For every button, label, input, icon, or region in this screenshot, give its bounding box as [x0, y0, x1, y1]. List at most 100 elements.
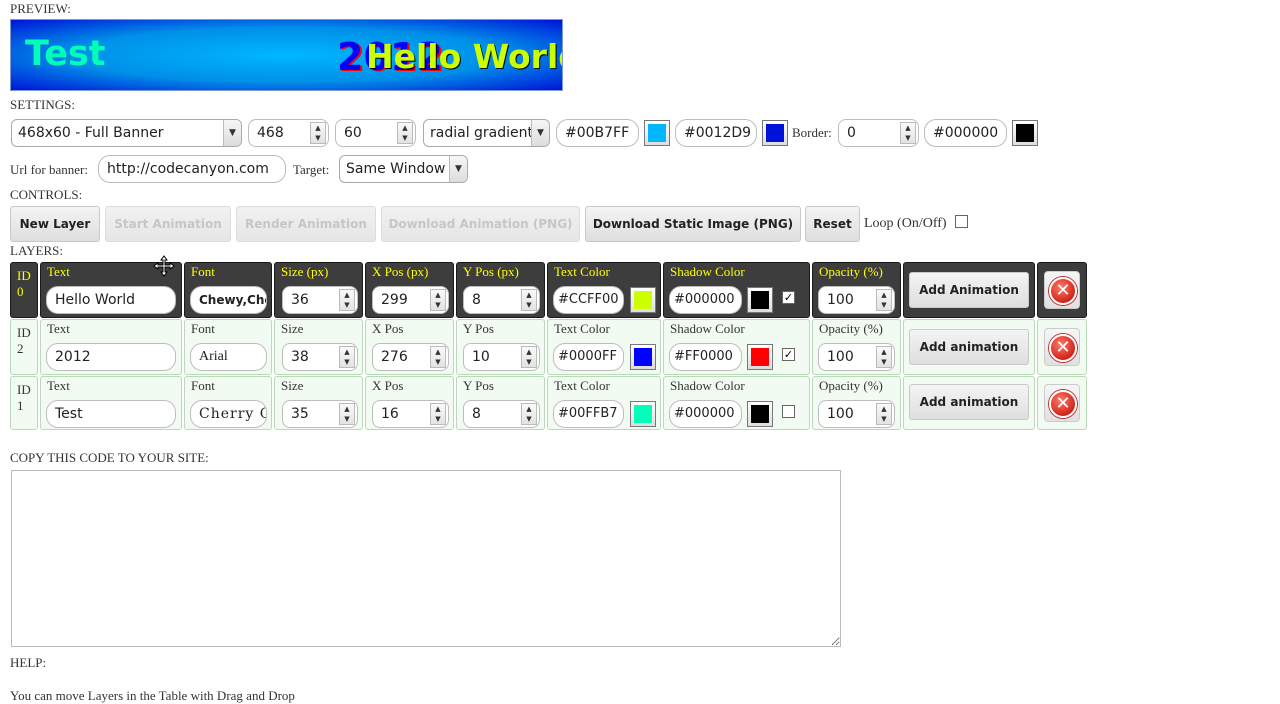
- layer-size-value: 35: [291, 406, 309, 422]
- start-animation-button[interactable]: Start Animation: [105, 206, 231, 242]
- text-color-cell: Text Color #00FFB7: [547, 376, 661, 430]
- layer-id-cell[interactable]: ID 1: [10, 376, 38, 430]
- height-stepper[interactable]: 60 ▲ ▼: [335, 119, 416, 147]
- layer-ypos-stepper[interactable]: 10 ▲ ▼: [463, 343, 540, 371]
- stepper-arrows-icon[interactable]: ▲ ▼: [397, 122, 413, 144]
- download-animation-button[interactable]: Download Animation (PNG): [381, 206, 580, 242]
- layer-ypos-stepper[interactable]: 8 ▲ ▼: [463, 400, 540, 428]
- layer-font-input[interactable]: Cherry Cream: [190, 400, 267, 428]
- font-cell: Font Cherry Cream: [184, 376, 272, 430]
- gradient-color2-input[interactable]: #0012D9: [675, 119, 757, 147]
- layer-shadow-color-input[interactable]: #000000: [669, 400, 742, 428]
- shadow-color-column-label: Shadow Color: [670, 321, 745, 336]
- size-cell: Size 38 ▲ ▼: [274, 319, 363, 375]
- text-color-swatch[interactable]: [630, 344, 656, 370]
- width-stepper[interactable]: 468 ▲ ▼: [248, 119, 329, 147]
- border-width-stepper[interactable]: 0 ▲ ▼: [838, 119, 919, 147]
- stepper-arrows-icon[interactable]: ▲ ▼: [310, 122, 326, 144]
- close-circle-icon: ✕: [1049, 334, 1077, 362]
- opacity-column-label: Opacity (%): [819, 378, 883, 393]
- add-animation-button[interactable]: Add Animation: [909, 272, 1029, 308]
- text-column-label: Text: [47, 378, 70, 393]
- banner-preview: Test 2012 Hello World: [10, 19, 563, 91]
- layer-opacity-stepper[interactable]: 100 ▲ ▼: [818, 400, 895, 428]
- layer-size-stepper[interactable]: 36 ▲ ▼: [282, 286, 358, 314]
- shadow-color-column-label: Shadow Color: [670, 378, 745, 393]
- border-color-input[interactable]: #000000: [924, 119, 1007, 147]
- size-preset-select[interactable]: 468x60 - Full Banner ▼: [11, 119, 242, 147]
- color1-swatch[interactable]: [644, 120, 670, 146]
- layer-font-input[interactable]: Chewy,Chewy: [190, 286, 267, 314]
- stepper-arrows-icon[interactable]: ▲ ▼: [339, 403, 355, 425]
- layer-size-stepper[interactable]: 38 ▲ ▼: [282, 343, 358, 371]
- stepper-arrows-icon[interactable]: ▲ ▼: [430, 346, 446, 368]
- layer-opacity-stepper[interactable]: 100 ▲ ▼: [818, 343, 895, 371]
- shadow-toggle-checkbox[interactable]: ✓: [782, 348, 795, 361]
- gradient-color1-input[interactable]: #00B7FF: [556, 119, 639, 147]
- shadow-color-swatch[interactable]: [747, 287, 773, 313]
- layer-size-stepper[interactable]: 35 ▲ ▼: [282, 400, 358, 428]
- border-color-swatch[interactable]: [1012, 120, 1038, 146]
- layer-text-input[interactable]: Test: [46, 400, 176, 428]
- text-color-swatch[interactable]: [630, 401, 656, 427]
- stepper-arrows-icon[interactable]: ▲ ▼: [339, 289, 355, 311]
- layer-id-cell[interactable]: ID 0: [10, 262, 38, 318]
- shadow-color-swatch[interactable]: [747, 401, 773, 427]
- delete-layer-button[interactable]: ✕: [1044, 328, 1080, 366]
- layer-text-color-input[interactable]: #00FFB7: [553, 400, 624, 428]
- layer-text-color-input[interactable]: #CCFF00: [553, 286, 624, 314]
- embed-code-textarea[interactable]: [11, 470, 841, 647]
- stepper-arrows-icon[interactable]: ▲ ▼: [430, 403, 446, 425]
- new-layer-button[interactable]: New Layer: [10, 206, 100, 242]
- background-type-select[interactable]: radial gradient ▼: [423, 119, 550, 147]
- layer-xpos-stepper[interactable]: 16 ▲ ▼: [372, 400, 449, 428]
- layer-text-color-input[interactable]: #0000FF: [553, 343, 624, 371]
- chevron-down-icon: ▼: [531, 120, 549, 146]
- preview-label: PREVIEW:: [10, 1, 71, 16]
- size-column-label: Size (px): [281, 264, 329, 279]
- layer-ypos-stepper[interactable]: 8 ▲ ▼: [463, 286, 540, 314]
- layer-text-input[interactable]: Hello World: [46, 286, 176, 314]
- banner-url-input[interactable]: http://codecanyon.com: [98, 155, 286, 183]
- text-cell: Text 2012: [40, 319, 182, 375]
- preview-layer-hello-world[interactable]: Hello World: [366, 37, 562, 76]
- render-animation-button[interactable]: Render Animation: [236, 206, 376, 242]
- download-static-image-button[interactable]: Download Static Image (PNG): [585, 206, 801, 242]
- layer-xpos-stepper[interactable]: 276 ▲ ▼: [372, 343, 449, 371]
- stepper-arrows-icon[interactable]: ▲ ▼: [876, 403, 892, 425]
- stepper-arrows-icon[interactable]: ▲ ▼: [876, 289, 892, 311]
- add-animation-button[interactable]: Add animation: [909, 384, 1029, 420]
- color2-swatch[interactable]: [762, 120, 788, 146]
- layer-opacity-stepper[interactable]: 100 ▲ ▼: [818, 286, 895, 314]
- stepper-arrows-icon[interactable]: ▲ ▼: [521, 289, 537, 311]
- layer-opacity-value: 100: [827, 406, 854, 422]
- loop-checkbox[interactable]: [955, 215, 968, 228]
- layer-shadow-color-input[interactable]: #000000: [669, 286, 742, 314]
- stepper-arrows-icon[interactable]: ▲ ▼: [900, 122, 916, 144]
- stepper-arrows-icon[interactable]: ▲ ▼: [339, 346, 355, 368]
- shadow-color-swatch[interactable]: [747, 344, 773, 370]
- layer-shadow-color-input[interactable]: #FF0000: [669, 343, 742, 371]
- stepper-arrows-icon[interactable]: ▲ ▼: [876, 346, 892, 368]
- layer-id-cell[interactable]: ID 2: [10, 319, 38, 375]
- layer-font-input[interactable]: Arial: [190, 343, 267, 371]
- stepper-arrows-icon[interactable]: ▲ ▼: [521, 346, 537, 368]
- shadow-toggle-checkbox[interactable]: ✓: [782, 291, 795, 304]
- layer-text-input[interactable]: 2012: [46, 343, 176, 371]
- delete-layer-button[interactable]: ✕: [1044, 271, 1080, 309]
- delete-layer-button[interactable]: ✕: [1044, 384, 1080, 422]
- opacity-column-label: Opacity (%): [819, 321, 883, 336]
- stepper-arrows-icon[interactable]: ▲ ▼: [521, 403, 537, 425]
- stepper-arrows-icon[interactable]: ▲ ▼: [430, 289, 446, 311]
- target-label: Target:: [293, 162, 330, 177]
- reset-button[interactable]: Reset: [805, 206, 860, 242]
- target-select[interactable]: Same Window ▼: [339, 155, 468, 183]
- delete-cell: ✕: [1037, 376, 1087, 430]
- xpos-column-label: X Pos: [372, 378, 404, 393]
- text-color-swatch[interactable]: [630, 287, 656, 313]
- shadow-toggle-checkbox[interactable]: [782, 405, 795, 418]
- add-animation-button[interactable]: Add animation: [909, 329, 1029, 365]
- layer-xpos-stepper[interactable]: 299 ▲ ▼: [372, 286, 449, 314]
- preview-layer-test[interactable]: Test: [25, 34, 106, 74]
- text-column-label: Text: [47, 264, 70, 279]
